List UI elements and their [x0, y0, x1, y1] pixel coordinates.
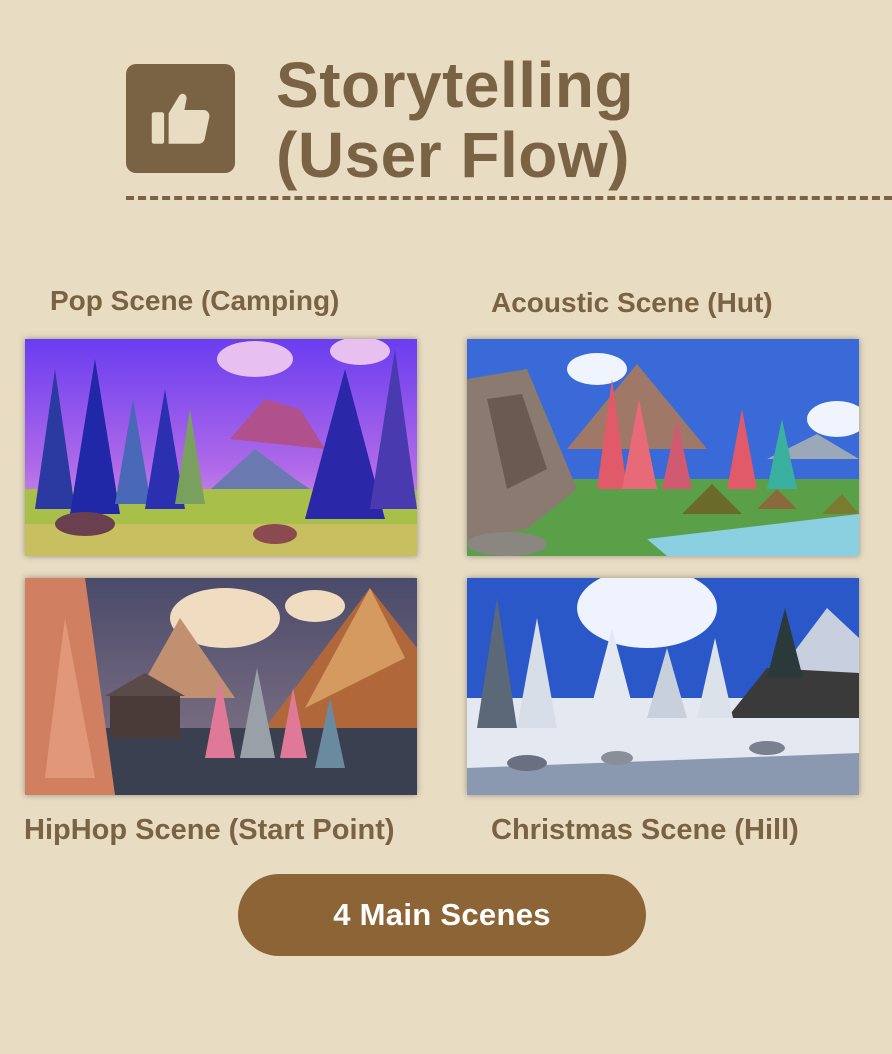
main-scenes-badge: 4 Main Scenes [238, 874, 646, 956]
scene-image-christmas [467, 578, 859, 795]
thumbs-up-icon-box [126, 64, 235, 173]
main-scenes-badge-label: 4 Main Scenes [333, 897, 551, 932]
scene-label-acoustic: Acoustic Scene (Hut) [491, 287, 773, 318]
scene-label-hiphop: HipHop Scene (Start Point) [24, 814, 395, 846]
thumbs-up-icon [151, 93, 209, 144]
scene-image-acoustic [467, 339, 859, 556]
page-title: Storytelling (User Flow) [276, 50, 634, 190]
header-divider [126, 196, 892, 200]
title-line-2: (User Flow) [276, 119, 630, 191]
scene-label-pop: Pop Scene (Camping) [50, 285, 340, 316]
scene-image-pop [25, 339, 417, 556]
scene-label-christmas: Christmas Scene (Hill) [491, 814, 799, 846]
title-line-1: Storytelling [276, 49, 635, 121]
scene-image-hiphop [25, 578, 417, 795]
